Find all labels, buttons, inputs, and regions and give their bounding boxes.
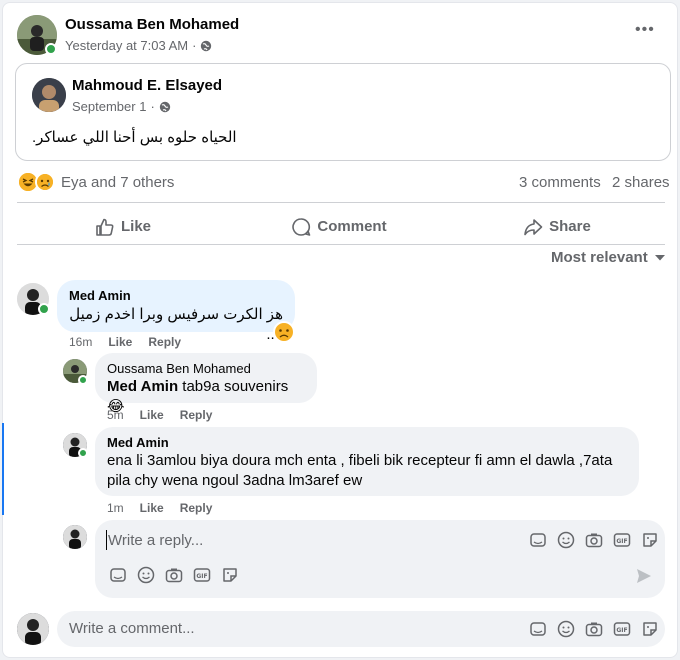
comment-input[interactable]: Write a comment... GIF <box>57 611 665 647</box>
shared-meta: September 1 · <box>72 99 171 114</box>
reply-reply-button[interactable]: Reply <box>180 408 213 422</box>
comment-actions: 16m Like Reply <box>69 335 181 349</box>
svg-text:GIF: GIF <box>196 573 207 580</box>
comment-time[interactable]: 16m <box>69 335 92 349</box>
emoji-icon[interactable] <box>557 531 575 549</box>
reply-actions: 1m Like Reply <box>107 501 212 515</box>
reply-reply-button[interactable]: Reply <box>180 501 213 515</box>
sort-label: Most relevant <box>551 249 648 266</box>
send-icon[interactable] <box>635 567 653 585</box>
shares-count[interactable]: 2 shares <box>612 174 670 191</box>
post-menu-button[interactable]: ••• <box>635 21 659 41</box>
sticker-icon[interactable] <box>221 566 239 584</box>
comment-bubble: Med Amin هز الكرت سرفيس وبرا اخدم زميل .… <box>57 280 295 343</box>
online-indicator <box>45 43 57 55</box>
gif-icon[interactable]: GIF <box>613 531 631 549</box>
reply-like-button[interactable]: Like <box>140 501 164 515</box>
reply-input-tools-bottom: GIF <box>109 566 239 584</box>
meta-separator: · <box>150 99 155 114</box>
comment-input-tools: GIF <box>529 620 659 638</box>
gif-icon[interactable]: GIF <box>613 620 631 638</box>
emoji-icon[interactable] <box>557 620 575 638</box>
reply-text-line-2: pila chy wena ngoul 3adna lm3aref ew <box>107 472 363 489</box>
comment-like-button[interactable]: Like <box>108 335 132 349</box>
like-button[interactable]: Like <box>17 209 229 243</box>
sort-dropdown[interactable]: Most relevant <box>551 249 666 266</box>
thread-highlight-line <box>2 423 4 515</box>
gif-icon[interactable]: GIF <box>193 566 211 584</box>
mention-link[interactable]: Med Amin <box>107 378 178 395</box>
reply-input-tools-top: GIF <box>529 531 659 549</box>
share-button[interactable]: Share <box>451 209 663 243</box>
current-user-avatar[interactable] <box>17 613 49 645</box>
comment-label: Comment <box>317 217 387 235</box>
avatar-sticker-icon[interactable] <box>109 566 127 584</box>
comment-placeholder: Write a comment... <box>69 620 195 637</box>
share-icon <box>523 217 543 236</box>
divider-bottom <box>17 244 665 245</box>
reply-actions: 5m Like Reply <box>107 408 212 422</box>
avatar-sticker-icon[interactable] <box>529 620 547 638</box>
reply-time[interactable]: 1m <box>107 501 124 515</box>
shared-author-name[interactable]: Mahmoud E. Elsayed <box>72 77 222 94</box>
post-meta: Yesterday at 7:03 AM · <box>65 38 212 53</box>
post-card: Oussama Ben Mohamed Yesterday at 7:03 AM… <box>2 2 678 658</box>
caret-down-icon <box>654 249 666 266</box>
current-user-avatar[interactable] <box>63 525 87 549</box>
globe-icon <box>200 40 212 52</box>
camera-icon[interactable] <box>585 531 603 549</box>
reply-author[interactable]: Med Amin <box>107 435 627 450</box>
text-caret <box>106 530 107 550</box>
meta-separator: · <box>192 38 197 53</box>
reply-text-line-1: ena li 3amlou biya doura mch enta , fibe… <box>107 452 613 469</box>
reply-input[interactable]: Write a reply... GIF GIF <box>95 520 665 598</box>
post-author-name[interactable]: Oussama Ben Mohamed <box>65 16 239 33</box>
reply-time[interactable]: 5m <box>107 408 124 422</box>
shared-post[interactable]: Mahmoud E. Elsayed September 1 · الحياه … <box>15 63 671 161</box>
divider-top <box>17 202 665 203</box>
comment-button[interactable]: Comment <box>233 209 445 243</box>
online-indicator <box>38 303 50 315</box>
like-icon <box>95 217 114 236</box>
reply-placeholder: Write a reply... <box>108 532 204 549</box>
shared-author-avatar[interactable] <box>32 78 66 112</box>
share-label: Share <box>549 217 591 235</box>
shared-post-text: الحياه حلوه بس أحنا اللي عساكر. <box>32 129 237 146</box>
like-label: Like <box>120 217 151 235</box>
svg-text:GIF: GIF <box>616 538 627 545</box>
comments-count[interactable]: 3 comments <box>519 174 601 191</box>
reply-bubble: Med Amin ena li 3amlou biya doura mch en… <box>95 427 639 496</box>
avatar-sticker-icon[interactable] <box>529 531 547 549</box>
comment-author[interactable]: Med Amin <box>69 288 283 303</box>
comment-reply-button[interactable]: Reply <box>148 335 181 349</box>
sad-reaction-icon[interactable] <box>273 321 295 343</box>
camera-icon[interactable] <box>585 620 603 638</box>
sticker-icon[interactable] <box>641 531 659 549</box>
online-indicator <box>78 375 88 385</box>
post-time[interactable]: Yesterday at 7:03 AM <box>65 38 188 53</box>
sticker-icon[interactable] <box>641 620 659 638</box>
svg-text:GIF: GIF <box>616 627 627 634</box>
emoji-icon[interactable] <box>137 566 155 584</box>
reaction-icons[interactable] <box>19 172 59 193</box>
reply-bubble: Oussama Ben Mohamed Med Amin tab9a souve… <box>95 353 317 415</box>
sad-reaction-icon <box>35 172 55 192</box>
camera-icon[interactable] <box>165 566 183 584</box>
globe-icon <box>159 101 171 113</box>
reply-author[interactable]: Oussama Ben Mohamed <box>107 361 305 376</box>
comment-icon <box>291 217 311 236</box>
shared-time[interactable]: September 1 <box>72 99 146 114</box>
reactions-summary[interactable]: Eya and 7 others <box>61 174 174 191</box>
online-indicator <box>78 448 88 458</box>
reply-like-button[interactable]: Like <box>140 408 164 422</box>
